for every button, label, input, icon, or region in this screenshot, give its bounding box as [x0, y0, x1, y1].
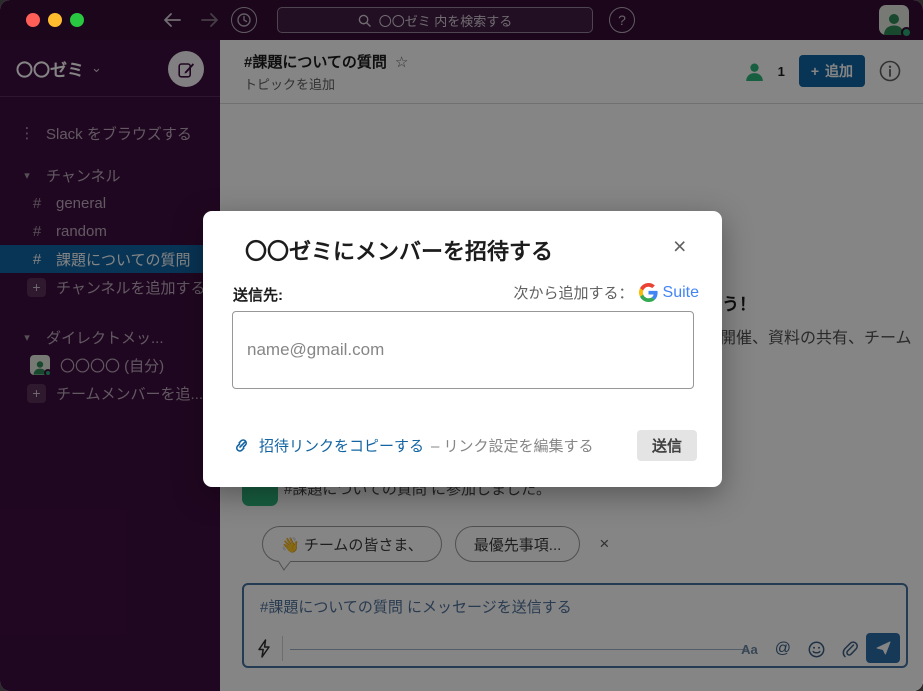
copy-invite-link-button[interactable]: 招待リンクをコピーする	[233, 435, 424, 456]
slack-window: 〇〇ゼミ 内を検索する ? 〇〇ゼミ ⌄ ⋮ Slack をブラウズする ▾ チ…	[0, 0, 923, 691]
invite-members-modal: 〇〇ゼミにメンバーを招待する × 送信先: 次から追加する： Suite 招待リ…	[203, 211, 722, 487]
send-invite-button[interactable]: 送信	[637, 430, 697, 461]
invite-email-input[interactable]	[232, 311, 694, 389]
link-separator: –	[431, 438, 439, 455]
modal-close-button[interactable]: ×	[673, 235, 686, 258]
add-from-label: 次から追加する：	[514, 282, 634, 303]
add-from-gsuite[interactable]: 次から追加する： Suite	[514, 282, 699, 303]
link-icon	[233, 437, 250, 454]
edit-link-label: リンク設定を編集する	[444, 438, 594, 455]
traffic-lights	[26, 13, 84, 27]
gsuite-label: Suite	[663, 284, 699, 302]
close-window-button[interactable]	[26, 13, 40, 27]
minimize-window-button[interactable]	[48, 13, 62, 27]
modal-footer: 招待リンクをコピーする – リンク設定を編集する 送信	[233, 430, 697, 461]
close-icon: ×	[673, 233, 686, 259]
copy-link-label: 招待リンクをコピーする	[259, 435, 424, 456]
modal-title: 〇〇ゼミにメンバーを招待する	[245, 234, 553, 266]
send-to-label: 送信先:	[233, 284, 283, 305]
edit-link-settings[interactable]: – リンク設定を編集する	[431, 435, 594, 456]
google-g-icon	[639, 283, 658, 302]
zoom-window-button[interactable]	[70, 13, 84, 27]
